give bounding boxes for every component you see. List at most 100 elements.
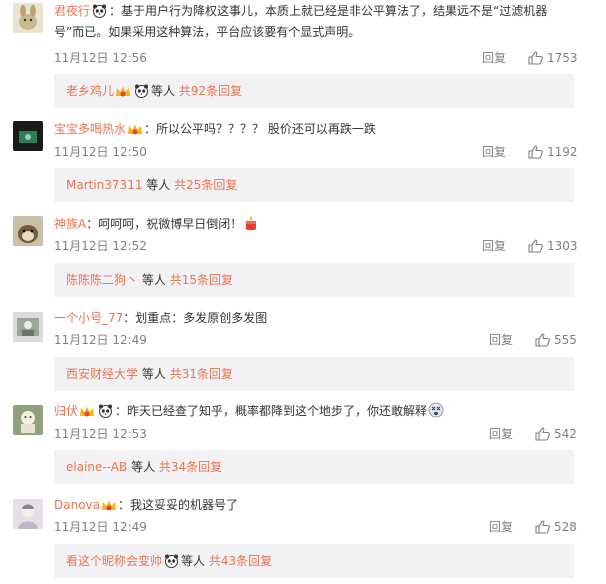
comment-item: 宝宝多喝热水 ：所以公平吗？？？？ 股价还可以再跌一跌 11月12日 12:50 …: [0, 110, 606, 204]
comment-text: 神族A：呵呵呵，祝微博早日倒闭！: [54, 215, 574, 234]
like-count: 1753: [547, 51, 578, 65]
thumbs-up-icon: [528, 239, 543, 253]
comment-body: ：所以公平吗？？？？ 股价还可以再跌一跌: [144, 122, 376, 136]
reply-summary-count[interactable]: 共31条回复: [170, 367, 233, 381]
comment-time: 11月12日 12:56: [54, 51, 147, 65]
reply-summary[interactable]: 看这个昵称会变帅 等人 共43条回复: [54, 544, 574, 578]
avatar[interactable]: [13, 121, 43, 151]
comment-username[interactable]: 神族A: [54, 217, 86, 231]
reply-summary-count[interactable]: 共15条回复: [170, 273, 233, 287]
reply-summary[interactable]: 陈陈陈二狗丶 等人 共15条回复: [54, 263, 574, 297]
reply-summary-user[interactable]: 老乡鸡儿: [66, 84, 114, 98]
like-button[interactable]: 1753: [528, 49, 578, 67]
reply-summary[interactable]: elaine--AB 等人 共34条回复: [54, 450, 574, 484]
reply-summary-user[interactable]: 西安财经大学: [66, 367, 138, 381]
dizzy-face-emoji-icon: [428, 402, 444, 418]
crown-badge-icon: [127, 123, 143, 136]
avatar[interactable]: [13, 312, 43, 342]
comment-body: ：我这妥妥的机器号了: [118, 498, 239, 512]
reply-button[interactable]: 回复: [489, 518, 513, 536]
comment-text: 宝宝多喝热水 ：所以公平吗？？？？ 股价还可以再跌一跌: [54, 120, 574, 139]
reply-summary-user[interactable]: elaine--AB: [66, 460, 127, 474]
like-count: 542: [554, 427, 577, 441]
reply-summary-count[interactable]: 共25条回复: [174, 178, 237, 192]
comment-text: Danova ：我这妥妥的机器号了: [54, 496, 574, 515]
comment-item: Danova ：我这妥妥的机器号了 11月12日 12:49 回复 528 看这个…: [0, 486, 606, 584]
reply-button[interactable]: 回复: [482, 49, 506, 67]
reply-summary-count[interactable]: 共34条回复: [159, 460, 222, 474]
reply-summary-mid: 等人: [141, 367, 166, 381]
comment-username[interactable]: 归伏: [54, 404, 78, 418]
reply-summary-mid: 等人: [151, 84, 176, 98]
comment-meta: 11月12日 12:49 回复 528: [54, 518, 577, 536]
comment-meta: 11月12日 12:56 回复 1753: [54, 49, 578, 67]
candle-emoji-icon: [243, 215, 259, 231]
comment-body: ：划重点：多发原创多发图: [123, 311, 268, 325]
reply-summary-mid: 等人: [131, 460, 156, 474]
avatar[interactable]: [13, 3, 43, 33]
crown-badge-icon: [79, 405, 95, 418]
comment-username[interactable]: 君夜行: [54, 4, 90, 18]
reply-summary[interactable]: Martin37311 等人 共25条回复: [54, 168, 574, 202]
thumbs-up-icon: [528, 51, 543, 65]
comment-text: 归伏 ：昨天已经查了知乎，概率都降到这个地步了，你还敢解释: [54, 402, 574, 421]
comment-time: 11月12日 12:53: [54, 427, 147, 441]
reply-summary-mid: 等人: [146, 178, 171, 192]
thumbs-up-icon: [528, 145, 543, 159]
comment-list: 君夜行 ：基于用户行为降权这事儿，本质上就已经是非公平算法了，结果远不是“过滤机器…: [0, 0, 606, 584]
reply-button[interactable]: 回复: [482, 143, 506, 161]
comment-text: 一个小号_77：划重点：多发原创多发图: [54, 309, 574, 328]
reply-summary-count[interactable]: 共92条回复: [179, 84, 242, 98]
reply-summary-user[interactable]: 陈陈陈二狗丶: [66, 273, 138, 287]
avatar[interactable]: [13, 216, 43, 246]
comment-item: 归伏 ：昨天已经查了知乎，概率都降到这个地步了，你还敢解释 11月12日 12:5…: [0, 392, 606, 486]
like-count: 1192: [547, 145, 578, 159]
like-count: 555: [554, 333, 577, 347]
comment-time: 11月12日 12:52: [54, 239, 147, 253]
reply-summary-mid: 等人: [141, 273, 166, 287]
comment-meta: 11月12日 12:52 回复 1303: [54, 237, 578, 255]
comment-meta: 11月12日 12:50 回复 1192: [54, 143, 578, 161]
comment-username[interactable]: 宝宝多喝热水: [54, 122, 126, 136]
like-button[interactable]: 528: [535, 518, 577, 536]
reply-summary-mid: 等人: [181, 554, 206, 568]
comment-item: 一个小号_77：划重点：多发原创多发图 11月12日 12:49 回复 555 …: [0, 298, 606, 392]
thumbs-up-icon: [535, 333, 550, 347]
comment-time: 11月12日 12:49: [54, 333, 147, 347]
like-count: 528: [554, 520, 577, 534]
like-button[interactable]: 1192: [528, 143, 578, 161]
comment-text: 君夜行 ：基于用户行为降权这事儿，本质上就已经是非公平算法了，结果远不是“过滤机器…: [54, 1, 574, 43]
reply-button[interactable]: 回复: [482, 237, 506, 255]
avatar[interactable]: [13, 405, 43, 435]
panda-icon: [92, 4, 107, 18]
like-count: 1303: [547, 239, 578, 253]
comment-time: 11月12日 12:49: [54, 520, 147, 534]
comment-body: ：基于用户行为降权这事儿，本质上就已经是非公平算法了，结果远不是“过滤机器号”而…: [54, 4, 548, 39]
thumbs-up-icon: [535, 427, 550, 441]
comment-meta: 11月12日 12:49 回复 555: [54, 331, 577, 349]
like-button[interactable]: 1303: [528, 237, 578, 255]
like-button[interactable]: 555: [535, 331, 577, 349]
reply-button[interactable]: 回复: [489, 425, 513, 443]
comment-username[interactable]: 一个小号_77: [54, 311, 123, 325]
comment-item: 君夜行 ：基于用户行为降权这事儿，本质上就已经是非公平算法了，结果远不是“过滤机器…: [0, 0, 606, 110]
reply-button[interactable]: 回复: [489, 331, 513, 349]
crown-badge-icon: [115, 85, 131, 98]
comment-body: ：昨天已经查了知乎，概率都降到这个地步了，你还敢解释: [115, 404, 428, 418]
comment-meta: 11月12日 12:53 回复 542: [54, 425, 577, 443]
comment-username[interactable]: Danova: [54, 498, 100, 512]
panda-icon: [164, 554, 179, 568]
panda-icon: [134, 84, 149, 98]
reply-summary-count[interactable]: 共43条回复: [209, 554, 272, 568]
like-button[interactable]: 542: [535, 425, 577, 443]
comment-body: ：呵呵呵，祝微博早日倒闭！: [86, 217, 243, 231]
avatar[interactable]: [13, 499, 43, 529]
crown-badge-icon: [101, 499, 117, 512]
thumbs-up-icon: [535, 520, 550, 534]
reply-summary[interactable]: 西安财经大学 等人 共31条回复: [54, 357, 574, 391]
panda-icon: [98, 404, 113, 418]
comment-item: 神族A：呵呵呵，祝微博早日倒闭！ 11月12日 12:52 回复 1303 陈陈…: [0, 204, 606, 298]
reply-summary[interactable]: 老乡鸡儿 等人 共92条回复: [54, 74, 574, 108]
reply-summary-user[interactable]: 看这个昵称会变帅: [66, 554, 162, 568]
reply-summary-user[interactable]: Martin37311: [66, 178, 142, 192]
